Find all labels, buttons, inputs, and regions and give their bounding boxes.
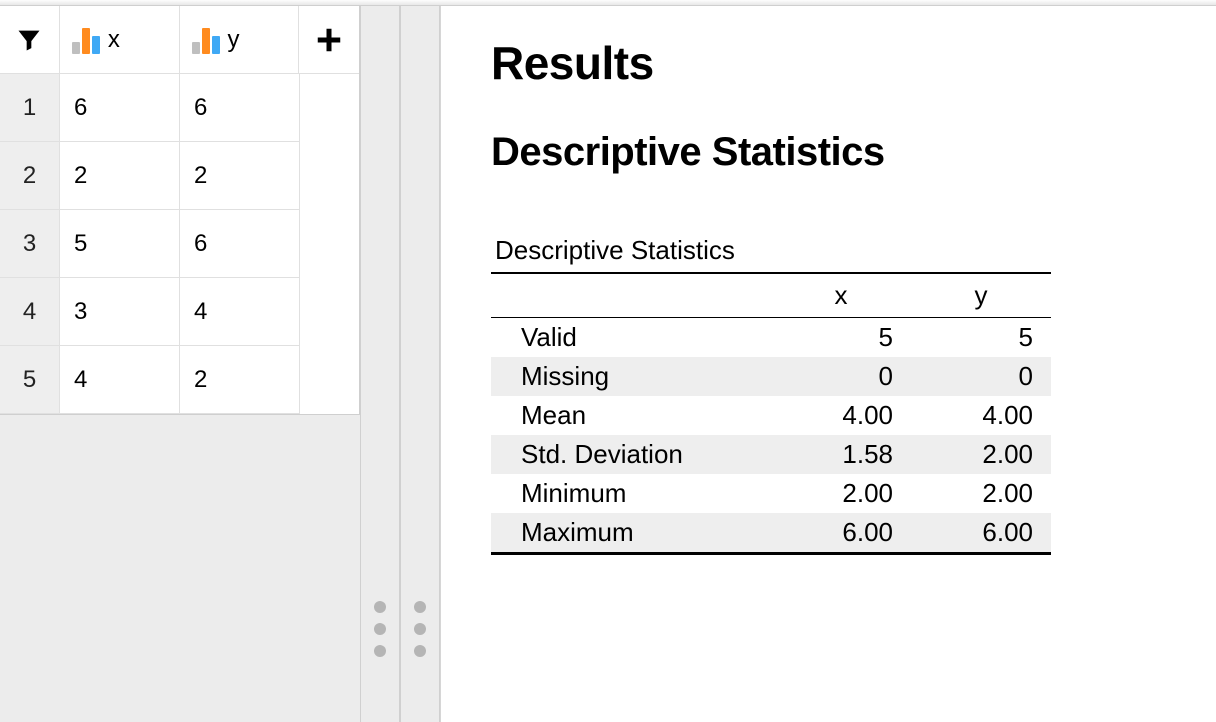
- stat-label: Mean: [491, 396, 771, 435]
- data-grid-header: x y: [0, 6, 359, 74]
- cell-x[interactable]: 4: [60, 346, 180, 414]
- row-number[interactable]: 3: [0, 210, 60, 278]
- column-header-y[interactable]: y: [180, 6, 300, 74]
- row-number[interactable]: 1: [0, 74, 60, 142]
- table-row: 2 2 2: [0, 142, 359, 210]
- app-root: x y 1 6: [0, 6, 1216, 722]
- stat-label: Std. Deviation: [491, 435, 771, 474]
- stats-header-x: x: [771, 273, 911, 318]
- stat-label: Valid: [491, 318, 771, 358]
- stat-label: Minimum: [491, 474, 771, 513]
- table-row: 5 4 2: [0, 346, 359, 414]
- stats-row: Maximum 6.00 6.00: [491, 513, 1051, 554]
- stat-value-x: 1.58: [771, 435, 911, 474]
- table-row: 3 5 6: [0, 210, 359, 278]
- stats-header-y: y: [911, 273, 1051, 318]
- stat-label: Missing: [491, 357, 771, 396]
- cell-y[interactable]: 2: [180, 346, 300, 414]
- stat-value-x: 6.00: [771, 513, 911, 554]
- results-title: Results: [491, 36, 1216, 90]
- row-number[interactable]: 4: [0, 278, 60, 346]
- column-header-label: y: [228, 26, 240, 54]
- scale-icon: [72, 26, 100, 54]
- cell-x[interactable]: 2: [60, 142, 180, 210]
- stats-row: Missing 0 0: [491, 357, 1051, 396]
- stat-value-x: 5: [771, 318, 911, 358]
- table-row: 4 3 4: [0, 278, 359, 346]
- stats-header-blank: [491, 273, 771, 318]
- row-number[interactable]: 2: [0, 142, 60, 210]
- table-row: 1 6 6: [0, 74, 359, 142]
- row-number[interactable]: 5: [0, 346, 60, 414]
- stat-value-y: 6.00: [911, 513, 1051, 554]
- stat-value-y: 4.00: [911, 396, 1051, 435]
- cell-x[interactable]: 5: [60, 210, 180, 278]
- table-caption: Descriptive Statistics: [495, 235, 1216, 266]
- splitter-handle-right[interactable]: [400, 6, 440, 722]
- data-panel: x y 1 6: [0, 6, 360, 722]
- scale-icon: [192, 26, 220, 54]
- stats-row: Std. Deviation 1.58 2.00: [491, 435, 1051, 474]
- stat-value-y: 2.00: [911, 435, 1051, 474]
- filter-icon: [15, 26, 43, 54]
- stat-value-y: 0: [911, 357, 1051, 396]
- column-header-label: x: [108, 26, 120, 54]
- stat-value-x: 4.00: [771, 396, 911, 435]
- filter-button[interactable]: [0, 6, 60, 74]
- stats-row: Mean 4.00 4.00: [491, 396, 1051, 435]
- stats-row: Valid 5 5: [491, 318, 1051, 358]
- stat-label: Maximum: [491, 513, 771, 554]
- cell-x[interactable]: 3: [60, 278, 180, 346]
- cell-y[interactable]: 6: [180, 74, 300, 142]
- add-column-button[interactable]: [299, 6, 359, 74]
- stats-row: Minimum 2.00 2.00: [491, 474, 1051, 513]
- stat-value-y: 2.00: [911, 474, 1051, 513]
- results-panel: Results Descriptive Statistics Descripti…: [440, 6, 1216, 722]
- splitter-handle-left[interactable]: [360, 6, 400, 722]
- grip-dots-icon: [414, 601, 426, 657]
- cell-y[interactable]: 4: [180, 278, 300, 346]
- stat-value-y: 5: [911, 318, 1051, 358]
- descriptives-table: x y Valid 5 5 Missing 0 0 Mean 4.00: [491, 272, 1051, 555]
- grip-dots-icon: [374, 601, 386, 657]
- data-grid: x y 1 6: [0, 6, 360, 415]
- cell-y[interactable]: 6: [180, 210, 300, 278]
- results-section-title: Descriptive Statistics: [491, 130, 1216, 175]
- cell-y[interactable]: 2: [180, 142, 300, 210]
- column-header-x[interactable]: x: [60, 6, 180, 74]
- stat-value-x: 0: [771, 357, 911, 396]
- cell-x[interactable]: 6: [60, 74, 180, 142]
- plus-icon: [314, 25, 344, 55]
- stat-value-x: 2.00: [771, 474, 911, 513]
